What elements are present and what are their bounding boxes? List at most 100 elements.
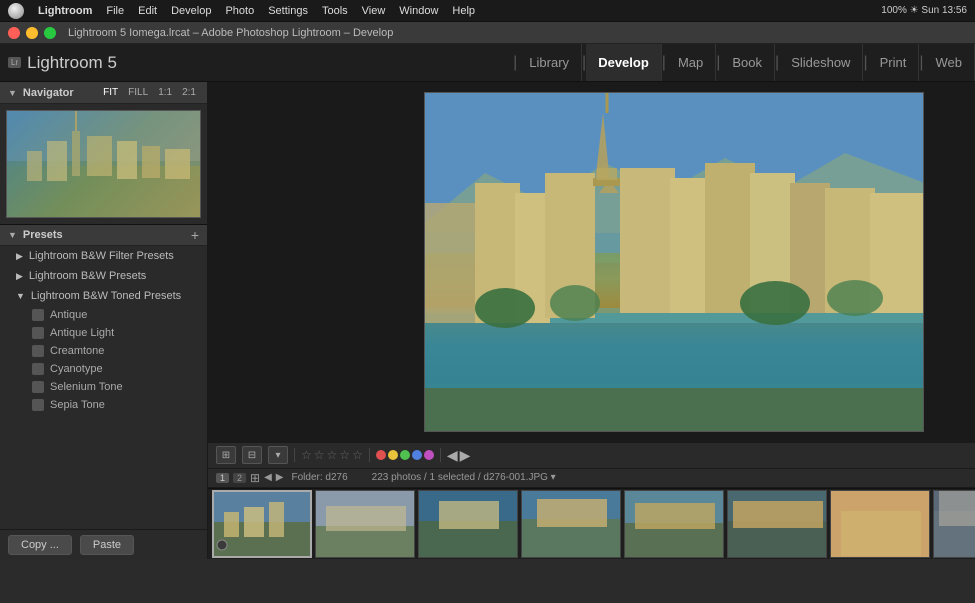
main-photo xyxy=(424,92,924,432)
preset-icon xyxy=(32,345,44,357)
grid-icon[interactable]: ⊞ xyxy=(250,471,260,485)
bwtoned-triangle: ▼ xyxy=(16,291,25,301)
paste-button[interactable]: Paste xyxy=(80,535,134,555)
film-thumb-6[interactable] xyxy=(727,490,827,558)
star-1[interactable]: ☆ xyxy=(301,448,312,462)
app-title: Lightroom 5 xyxy=(27,53,117,73)
menubar: Lightroom File Edit Develop Photo Settin… xyxy=(0,0,975,22)
menu-develop[interactable]: Develop xyxy=(165,5,217,17)
color-blue[interactable] xyxy=(412,450,422,460)
star-5[interactable]: ☆ xyxy=(352,448,363,462)
view-compare-btn[interactable]: ⊟ xyxy=(242,446,262,464)
minimize-button[interactable] xyxy=(26,27,38,39)
preset-creamtone[interactable]: Creamtone xyxy=(0,342,207,360)
star-4[interactable]: ☆ xyxy=(339,448,350,462)
color-red[interactable] xyxy=(376,450,386,460)
menu-tools[interactable]: Tools xyxy=(316,5,354,17)
nav-arrows: ◀ ▶ xyxy=(447,447,471,464)
navigator-controls: FIT FILL 1:1 2:1 xyxy=(100,87,199,98)
preset-group-bwfilter-header[interactable]: ▶ Lightroom B&W Filter Presets xyxy=(0,246,207,266)
navigator-triangle: ▼ xyxy=(8,88,17,98)
app-header: Lr Lightroom 5 | Library | Develop | Map… xyxy=(0,44,975,82)
view-options-btn[interactable]: ▾ xyxy=(268,446,288,464)
film-thumb-8[interactable] xyxy=(933,490,975,558)
preset-group-bwtoned: ▼ Lightroom B&W Toned Presets Antique An… xyxy=(0,286,207,414)
maximize-button[interactable] xyxy=(44,27,56,39)
tab-map[interactable]: Map xyxy=(666,44,716,81)
view-2[interactable]: 2 xyxy=(233,473,246,483)
close-button[interactable] xyxy=(8,27,20,39)
preset-icon xyxy=(32,327,44,339)
nav-1-1[interactable]: 1:1 xyxy=(155,87,175,98)
view-mode-btn[interactable]: ⊞ xyxy=(216,446,236,464)
menu-help[interactable]: Help xyxy=(446,5,481,17)
menu-view[interactable]: View xyxy=(356,5,392,17)
tab-book[interactable]: Book xyxy=(720,44,775,81)
preset-cyanotype[interactable]: Cyanotype xyxy=(0,360,207,378)
presets-panel: ▼ Presets + ▶ Lightroom B&W Filter Prese… xyxy=(0,224,207,529)
tab-develop[interactable]: Develop xyxy=(586,44,662,81)
menu-photo[interactable]: Photo xyxy=(219,5,260,17)
film-thumb-3[interactable] xyxy=(418,490,518,558)
bwpresets-label: Lightroom B&W Presets xyxy=(29,270,146,282)
color-yellow[interactable] xyxy=(388,450,398,460)
copy-button[interactable]: Copy ... xyxy=(8,535,72,555)
star-rating: ☆ ☆ ☆ ☆ ☆ xyxy=(301,448,363,462)
next-photo-arrow[interactable]: ▶ xyxy=(460,447,471,464)
color-green[interactable] xyxy=(400,450,410,460)
preset-group-bwtoned-header[interactable]: ▼ Lightroom B&W Toned Presets xyxy=(0,286,207,306)
preset-group-bwpresets-header[interactable]: ▶ Lightroom B&W Presets xyxy=(0,266,207,286)
preset-group-bwpresets: ▶ Lightroom B&W Presets xyxy=(0,266,207,286)
photo-count: 223 photos / 1 selected / d276-001.JPG ▾ xyxy=(372,472,556,483)
nav-fit[interactable]: FIT xyxy=(100,87,121,98)
main-layout: ▼ Navigator FIT FILL 1:1 2:1 xyxy=(0,82,975,559)
navigator-image xyxy=(6,110,201,218)
film-thumb-7[interactable] xyxy=(830,490,930,558)
menu-window[interactable]: Window xyxy=(393,5,444,17)
folder-label: Folder: d276 xyxy=(292,472,348,483)
separator-3 xyxy=(440,448,441,462)
star-2[interactable]: ☆ xyxy=(314,448,325,462)
menu-lightroom[interactable]: Lightroom xyxy=(32,5,98,17)
presets-add-button[interactable]: + xyxy=(191,227,199,243)
prev-photo-arrow[interactable]: ◀ xyxy=(447,447,458,464)
photo-toolbar: ⊞ ⊟ ▾ ☆ ☆ ☆ ☆ ☆ ◀ ▶ xyxy=(208,442,975,468)
bwfilter-triangle: ▶ xyxy=(16,251,23,262)
preset-antique-light[interactable]: Antique Light xyxy=(0,324,207,342)
preset-sepia-tone[interactable]: Sepia Tone xyxy=(0,396,207,414)
presets-header[interactable]: ▼ Presets + xyxy=(0,224,207,246)
film-thumb-4[interactable] xyxy=(521,490,621,558)
filmstrip xyxy=(208,488,975,559)
navigator-header[interactable]: ▼ Navigator FIT FILL 1:1 2:1 xyxy=(0,82,207,104)
titlebar: Lightroom 5 Iomega.lrcat – Adobe Photosh… xyxy=(0,22,975,44)
preset-icon xyxy=(32,399,44,411)
nav-2-1[interactable]: 2:1 xyxy=(179,87,199,98)
menu-file[interactable]: File xyxy=(100,5,130,17)
separator-2 xyxy=(369,448,370,462)
bwtoned-label: Lightroom B&W Toned Presets xyxy=(31,290,181,302)
photo-container[interactable] xyxy=(208,82,975,442)
tab-slideshow[interactable]: Slideshow xyxy=(779,44,863,81)
color-purple[interactable] xyxy=(424,450,434,460)
presets-title: Presets xyxy=(23,229,63,241)
prev-nav[interactable]: ◀ xyxy=(264,472,272,483)
tab-web[interactable]: Web xyxy=(924,44,975,81)
star-3[interactable]: ☆ xyxy=(327,448,338,462)
navigator-thumbnail[interactable] xyxy=(0,104,207,224)
nav-fill[interactable]: FILL xyxy=(125,87,151,98)
preset-antique[interactable]: Antique xyxy=(0,306,207,324)
film-thumb-5[interactable] xyxy=(624,490,724,558)
tab-library[interactable]: Library xyxy=(517,44,582,81)
film-thumb-1[interactable] xyxy=(212,490,312,558)
next-nav[interactable]: ▶ xyxy=(276,472,284,483)
badge-1 xyxy=(216,539,228,554)
film-thumb-2[interactable] xyxy=(315,490,415,558)
preset-selenium-tone[interactable]: Selenium Tone xyxy=(0,378,207,396)
menu-edit[interactable]: Edit xyxy=(132,5,163,17)
view-1[interactable]: 1 xyxy=(216,473,229,483)
navigator-title: Navigator xyxy=(23,87,74,99)
tab-print[interactable]: Print xyxy=(868,44,920,81)
center-panel: ⊞ ⊟ ▾ ☆ ☆ ☆ ☆ ☆ ◀ ▶ xyxy=(208,82,975,559)
menu-settings[interactable]: Settings xyxy=(262,5,314,17)
lr-badge: Lr xyxy=(8,57,21,68)
